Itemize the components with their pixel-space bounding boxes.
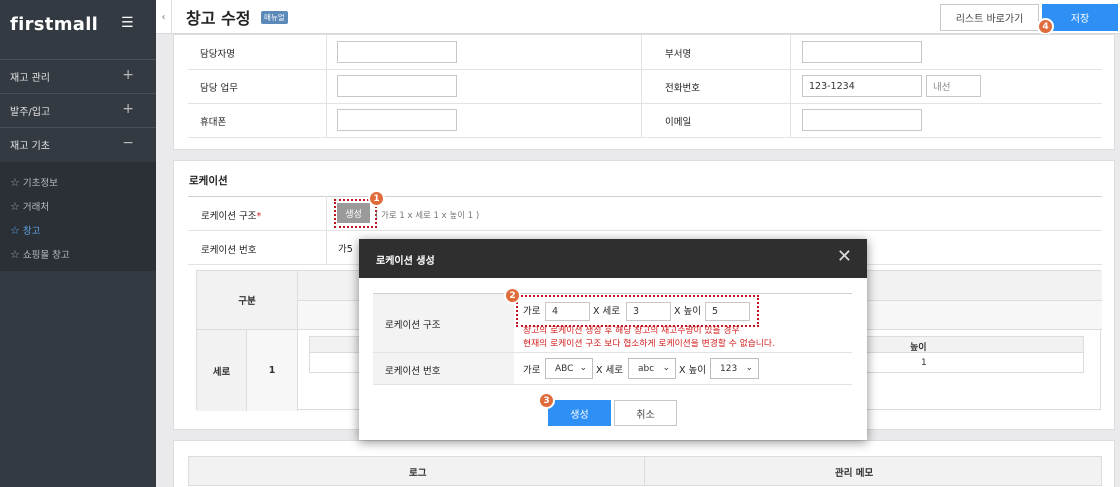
structure-hint: ( 가로 1 x 세로 1 x 높이 1 ) bbox=[375, 211, 480, 221]
email-label: 이메일 bbox=[665, 117, 692, 128]
hamburger-icon[interactable]: ☰ bbox=[121, 15, 134, 31]
sidebar-item-warehouse[interactable]: ☆ 창고 bbox=[10, 223, 41, 238]
sidebar-item-mall-warehouse[interactable]: ☆ 쇼핑몰 창고 bbox=[10, 247, 70, 262]
number-length-select[interactable]: abc ⌄ bbox=[628, 358, 676, 379]
plus-icon: + bbox=[122, 101, 134, 117]
location-number-label: 로케이션 번호 bbox=[201, 245, 257, 256]
manual-badge[interactable]: 매뉴얼 bbox=[261, 11, 288, 24]
department-label: 부서명 bbox=[665, 49, 692, 60]
chevron-down-icon: ⌄ bbox=[579, 363, 587, 373]
page-title: 창고 수정 bbox=[186, 9, 251, 28]
email-input[interactable] bbox=[802, 109, 922, 131]
number-width-select[interactable]: ABC ⌄ bbox=[545, 358, 593, 379]
star-icon: ☆ bbox=[10, 199, 20, 213]
select-value: ABC bbox=[555, 363, 574, 374]
chevron-down-icon: ⌄ bbox=[745, 363, 753, 373]
sidebar-submenu: ☆ 기초정보 ☆ 거래처 ☆ 창고 ☆ 쇼핑몰 창고 bbox=[0, 162, 156, 271]
log-memo-header-row: 로그 관리 메모 bbox=[188, 456, 1102, 486]
top-bar: ‹ 창고 수정 매뉴얼 리스트 바로가기 저장 4 bbox=[156, 0, 1120, 35]
column-divider bbox=[790, 35, 791, 137]
number-height-select[interactable]: 123 ⌄ bbox=[710, 358, 759, 379]
row-number: 1 bbox=[247, 330, 298, 411]
warning-line-1: 창고의 로케이션 생성 후 해당 창고의 재고수량이 있을 경우 bbox=[523, 326, 740, 336]
modal-title: 로케이션 생성 bbox=[376, 256, 435, 267]
sidebar-item-label: 기초정보 bbox=[22, 178, 58, 189]
step-marker-4: 4 bbox=[1037, 18, 1054, 35]
minus-icon: − bbox=[122, 135, 134, 151]
plus-icon: + bbox=[122, 67, 134, 83]
row-header-length: 세로 bbox=[197, 330, 247, 411]
location-section-title: 로케이션 bbox=[189, 175, 228, 187]
location-structure-label: 로케이션 구조* bbox=[201, 208, 261, 222]
number-width-label: 가로 bbox=[523, 365, 541, 376]
warning-line-2: 현재의 로케이션 구조 보다 협소하게 로케이션을 변경할 수 없습니다. bbox=[523, 339, 775, 349]
star-icon: ☆ bbox=[10, 175, 20, 189]
row-divider bbox=[188, 137, 1102, 138]
modal-number-label: 로케이션 번호 bbox=[385, 366, 441, 377]
sidebar-item-label: 창고 bbox=[22, 226, 41, 237]
phone-input[interactable]: 123-1234 bbox=[802, 75, 922, 97]
close-icon[interactable]: ✕ bbox=[837, 246, 852, 267]
required-mark: * bbox=[256, 211, 262, 222]
column-divider bbox=[641, 35, 642, 137]
sidebar-section-order-receiving[interactable]: 발주/입고 + bbox=[0, 93, 156, 126]
contact-info-card: 담당자명 부서명 담당 업무 전화번호 123-1234 내선 휴대폰 이메일 bbox=[173, 34, 1115, 150]
back-chevron-icon[interactable]: ‹ bbox=[156, 0, 172, 34]
step-marker-2: 2 bbox=[504, 287, 521, 304]
modal-header: 로케이션 생성 ✕ bbox=[359, 239, 867, 278]
category-header: 구분 bbox=[197, 271, 298, 330]
sidebar-section-label: 재고 관리 bbox=[10, 72, 50, 84]
step-marker-3: 3 bbox=[538, 392, 555, 409]
modal-structure-label: 로케이션 구조 bbox=[385, 320, 441, 331]
star-icon: ☆ bbox=[10, 247, 20, 261]
manager-name-input[interactable] bbox=[337, 41, 457, 63]
chevron-down-icon: ⌄ bbox=[662, 363, 670, 373]
select-value: abc bbox=[638, 363, 655, 374]
modal-row-divider bbox=[373, 352, 852, 353]
brand-logo[interactable]: firstmall bbox=[10, 14, 98, 35]
location-number-value: 가5 bbox=[338, 244, 353, 255]
duty-input[interactable] bbox=[337, 75, 457, 97]
sidebar-item-label: 거래처 bbox=[22, 202, 50, 213]
select-value: 123 bbox=[720, 363, 738, 374]
modal-row-divider bbox=[373, 384, 852, 385]
mobile-label: 휴대폰 bbox=[200, 117, 227, 128]
sidebar-section-label: 재고 기초 bbox=[10, 140, 50, 152]
step-marker-1: 1 bbox=[368, 190, 385, 207]
column-divider bbox=[326, 35, 327, 137]
manager-name-label: 담당자명 bbox=[200, 49, 235, 60]
extension-input[interactable]: 내선 bbox=[926, 75, 981, 97]
sidebar-section-stock-management[interactable]: 재고 관리 + bbox=[0, 59, 156, 92]
sidebar-section-label: 발주/입고 bbox=[10, 106, 51, 118]
phone-label: 전화번호 bbox=[665, 83, 700, 94]
number-length-label: X 세로 bbox=[596, 365, 624, 376]
location-structure-label-text: 로케이션 구조 bbox=[201, 211, 257, 222]
column-divider bbox=[644, 457, 645, 485]
department-input[interactable] bbox=[802, 41, 922, 63]
duty-label: 담당 업무 bbox=[200, 83, 238, 94]
log-header: 로그 bbox=[409, 468, 427, 479]
height-value: 1 bbox=[921, 358, 927, 368]
sidebar-item-label: 쇼핑몰 창고 bbox=[22, 250, 70, 261]
star-icon: ☆ bbox=[10, 223, 20, 237]
sidebar-item-vendors[interactable]: ☆ 거래처 bbox=[10, 199, 50, 214]
memo-header: 관리 메모 bbox=[835, 468, 874, 479]
cancel-button[interactable]: 취소 bbox=[614, 400, 677, 426]
list-shortcut-button[interactable]: 리스트 바로가기 bbox=[940, 4, 1039, 31]
create-button[interactable]: 생성 bbox=[548, 400, 611, 426]
mobile-input[interactable] bbox=[337, 109, 457, 131]
number-height-label: X 높이 bbox=[679, 365, 707, 376]
height-header: 높이 bbox=[910, 343, 927, 353]
row-divider bbox=[188, 230, 1102, 231]
sidebar: firstmall ☰ 재고 관리 + 발주/입고 + 재고 기초 − ☆ 기초… bbox=[0, 0, 156, 487]
log-memo-card: 로그 관리 메모 bbox=[173, 440, 1115, 487]
sidebar-item-basic-info[interactable]: ☆ 기초정보 bbox=[10, 175, 58, 190]
location-create-modal: 로케이션 생성 ✕ 로케이션 구조 가로 4 X 세로 3 X 높이 5 2 창… bbox=[359, 239, 867, 440]
sidebar-section-stock-basics[interactable]: 재고 기초 − bbox=[0, 127, 156, 160]
